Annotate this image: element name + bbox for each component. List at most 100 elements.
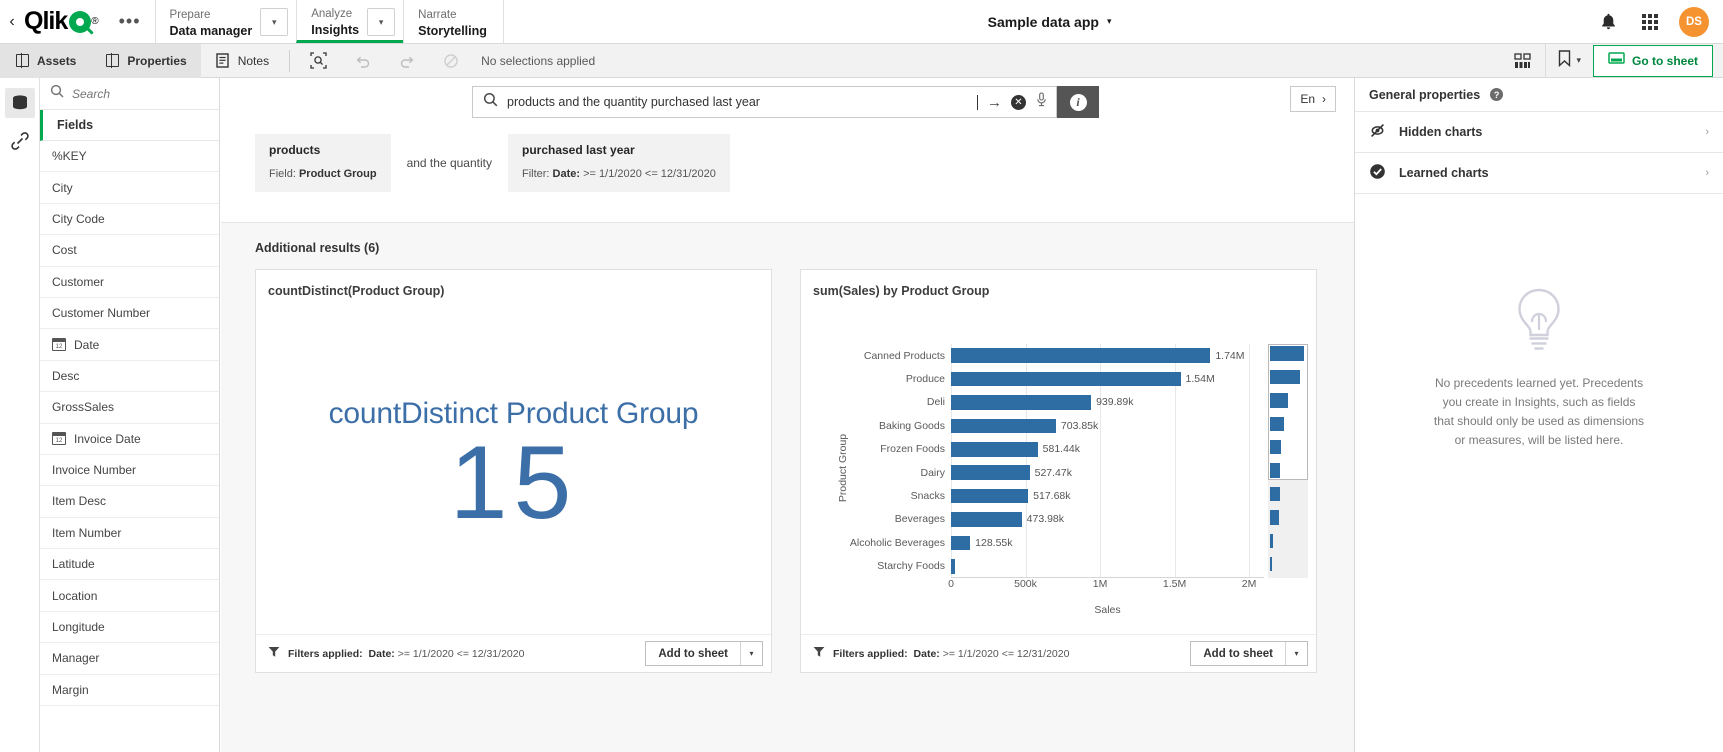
- field-item[interactable]: Invoice Number: [40, 455, 219, 487]
- field-item[interactable]: Customer: [40, 267, 219, 298]
- bar-row[interactable]: Canned Products 1.74M: [864, 348, 1264, 363]
- bar-value-label: 939.89k: [1096, 396, 1134, 409]
- help-icon[interactable]: ?: [1490, 88, 1504, 101]
- bar-row[interactable]: Snacks 517.68k: [911, 488, 1264, 504]
- redo-icon[interactable]: [385, 44, 429, 78]
- bar[interactable]: [951, 488, 1029, 504]
- nav-more-button[interactable]: •••: [105, 0, 155, 43]
- chevron-down-icon[interactable]: ▾: [1285, 642, 1307, 665]
- assets-button[interactable]: Assets: [0, 43, 91, 78]
- info-button[interactable]: i: [1057, 86, 1099, 118]
- bar-row[interactable]: Baking Goods 703.85k: [879, 418, 1264, 434]
- token-sub-prefix: Field:: [269, 168, 296, 180]
- database-icon[interactable]: [4, 88, 35, 118]
- hidden-charts-row[interactable]: Hidden charts ›: [1355, 112, 1723, 153]
- field-item[interactable]: Desc: [40, 361, 219, 393]
- qlik-logo[interactable]: Qlik ®: [24, 0, 105, 43]
- add-to-sheet-button[interactable]: Add to sheet ▾: [645, 641, 763, 666]
- microphone-icon[interactable]: [1035, 92, 1048, 112]
- bar[interactable]: [951, 559, 956, 574]
- bar[interactable]: [951, 395, 1092, 410]
- field-item[interactable]: City: [40, 172, 219, 204]
- bar[interactable]: [951, 442, 1038, 457]
- add-to-sheet-button[interactable]: Add to sheet ▾: [1190, 641, 1308, 666]
- chart-grid-icon[interactable]: [1500, 44, 1545, 78]
- search-zone: → ✕ i En › products Field: Product Group: [221, 78, 1354, 223]
- field-search-box[interactable]: [40, 78, 219, 110]
- bar-chart[interactable]: Product Group Canned Products 1.74M Produc…: [801, 302, 1316, 634]
- bar-row[interactable]: Alcoholic Beverages 128.55k: [850, 535, 1264, 551]
- chevron-right-icon: ›: [1705, 126, 1709, 138]
- bar-row[interactable]: Produce 1.54M: [906, 371, 1264, 387]
- field-item[interactable]: Cost: [40, 235, 219, 267]
- field-item[interactable]: %KEY: [40, 141, 219, 173]
- bar-row[interactable]: Beverages 473.98k: [895, 512, 1264, 527]
- properties-button[interactable]: Properties: [90, 43, 201, 78]
- link-icon[interactable]: [5, 126, 35, 156]
- bell-icon[interactable]: [1595, 9, 1621, 35]
- field-item[interactable]: Margin: [40, 675, 219, 707]
- insight-search-bar[interactable]: → ✕: [472, 86, 1057, 118]
- field-label: Item Number: [52, 525, 122, 540]
- field-item[interactable]: GrossSales: [40, 392, 219, 424]
- bar[interactable]: [951, 348, 1211, 363]
- bar-row[interactable]: Starchy Foods: [877, 559, 1264, 574]
- mini-bar: [1270, 556, 1272, 572]
- scroll-viewport-handle[interactable]: [1268, 344, 1308, 480]
- kpi-card[interactable]: countDistinct(Product Group) countDistin…: [255, 269, 772, 673]
- field-search-input[interactable]: [72, 86, 192, 101]
- field-item[interactable]: Longitude: [40, 612, 219, 644]
- clear-circle-icon[interactable]: ✕: [1011, 94, 1026, 110]
- learned-charts-row[interactable]: Learned charts ›: [1355, 153, 1723, 194]
- clear-selections-icon[interactable]: [429, 44, 473, 78]
- goto-sheet-button[interactable]: Go to sheet: [1592, 44, 1713, 77]
- bar[interactable]: [951, 418, 1056, 434]
- chevron-down-icon[interactable]: ▾: [367, 8, 396, 36]
- undo-icon[interactable]: [341, 44, 385, 78]
- chevron-down-icon[interactable]: ▾: [260, 8, 289, 36]
- chart-scroll-preview[interactable]: [1268, 344, 1308, 578]
- nav-section-prepare[interactable]: Prepare Data manager ▾: [154, 0, 297, 43]
- search-input[interactable]: [507, 95, 975, 109]
- toolbar-divider: [289, 49, 291, 72]
- avatar[interactable]: DS: [1679, 6, 1709, 37]
- bar-chart-card[interactable]: sum(Sales) by Product Group Product Grou…: [800, 269, 1317, 673]
- chevron-down-icon[interactable]: ▾: [740, 642, 762, 665]
- back-button[interactable]: ‹: [0, 0, 24, 43]
- bar[interactable]: [951, 371, 1181, 387]
- bookmark-button[interactable]: ▾: [1545, 43, 1593, 78]
- field-item[interactable]: Customer Number: [40, 298, 219, 330]
- field-item[interactable]: City Code: [40, 204, 219, 236]
- nav-section-narrate[interactable]: Narrate Storytelling: [403, 0, 503, 43]
- notes-button[interactable]: Notes: [201, 44, 283, 78]
- query-token[interactable]: products Field: Product Group: [255, 134, 391, 192]
- field-item[interactable]: Item Desc: [40, 486, 219, 518]
- field-label: Customer: [52, 274, 105, 289]
- bar-category-label: Snacks: [910, 490, 945, 503]
- bar[interactable]: [951, 512, 1022, 527]
- field-item[interactable]: 12 Date: [40, 329, 219, 361]
- arrow-right-icon[interactable]: →: [987, 94, 1002, 111]
- bar-row[interactable]: Dairy 527.47k: [920, 465, 1264, 480]
- bar-category-label: Baking Goods: [879, 419, 945, 432]
- field-item[interactable]: Manager: [40, 643, 219, 675]
- nav-section-analyze[interactable]: Analyze Insights ▾: [296, 0, 404, 43]
- bar-value-label: 1.54M: [1185, 373, 1215, 386]
- search-icon: [50, 84, 64, 103]
- bar[interactable]: [951, 465, 1030, 480]
- field-item[interactable]: Latitude: [40, 549, 219, 581]
- field-item[interactable]: Location: [40, 580, 219, 612]
- grid-apps-icon[interactable]: [1637, 9, 1663, 35]
- lightbulb-icon: [1502, 282, 1576, 356]
- app-title[interactable]: Sample data app ▾: [503, 0, 1595, 43]
- bar-row[interactable]: Deli 939.89k: [927, 395, 1264, 410]
- selection-search-icon[interactable]: [296, 44, 341, 78]
- bar-row[interactable]: Frozen Foods 581.44k: [880, 442, 1264, 457]
- bar[interactable]: [951, 535, 971, 551]
- query-token[interactable]: purchased last year Filter: Date: >= 1/1…: [507, 134, 730, 192]
- language-selector[interactable]: En ›: [1290, 86, 1336, 112]
- field-item[interactable]: 12 Invoice Date: [40, 424, 219, 455]
- field-label: Location: [52, 588, 98, 603]
- field-item[interactable]: Item Number: [40, 518, 219, 550]
- chevron-right-icon: ›: [1705, 167, 1709, 179]
